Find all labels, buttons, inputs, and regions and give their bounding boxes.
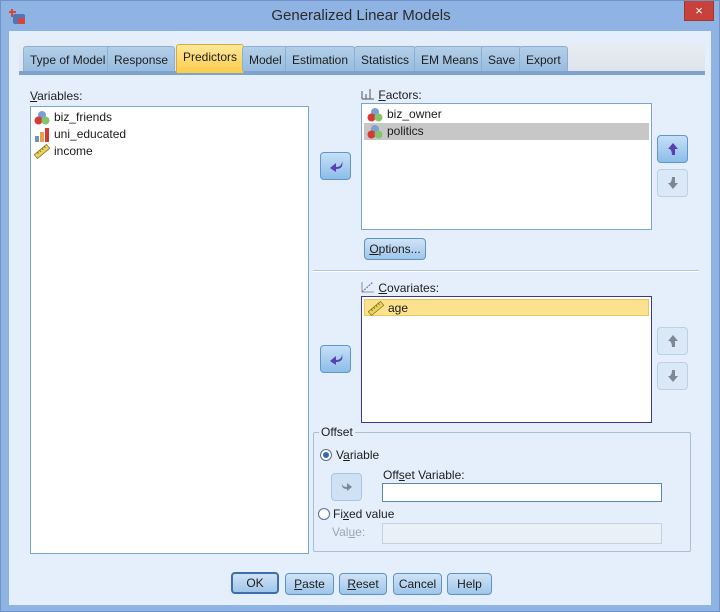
- covariates-label: Covariates:: [361, 281, 439, 295]
- offset-variable-label: Offset Variable:: [383, 468, 465, 482]
- covariate-move-up-button[interactable]: [657, 327, 688, 355]
- variable-name: income: [54, 144, 93, 158]
- nominal-icon: [367, 108, 383, 122]
- covariate-move-down-button[interactable]: [657, 362, 688, 390]
- tab-save[interactable]: Save: [481, 46, 523, 71]
- arrow-up-icon: [668, 335, 678, 347]
- factor-icon: [361, 89, 374, 100]
- tab-predictors[interactable]: Predictors: [176, 44, 245, 73]
- variable-name: biz_friends: [54, 110, 113, 124]
- section-divider: [313, 270, 699, 272]
- arrow-left-icon: [330, 354, 343, 365]
- factor-name: biz_owner: [387, 107, 442, 121]
- fixed-value-input[interactable]: [383, 524, 661, 543]
- factor-name: politics: [387, 124, 424, 138]
- list-item[interactable]: uni_educated: [31, 126, 308, 143]
- list-item-selected[interactable]: age: [364, 299, 649, 316]
- arrow-left-icon: [330, 161, 343, 172]
- list-item-selected[interactable]: politics: [364, 123, 649, 140]
- tab-response[interactable]: Response: [107, 46, 176, 71]
- fixed-value-radio-label: Fixed value: [333, 507, 395, 521]
- ok-button[interactable]: OK: [231, 572, 279, 594]
- nominal-icon: [34, 111, 50, 125]
- covariates-list[interactable]: age: [361, 296, 652, 423]
- fixed-value-field[interactable]: [382, 523, 662, 544]
- fixed-value-radio[interactable]: [318, 508, 330, 520]
- factors-list[interactable]: biz_owner politics: [361, 103, 652, 230]
- value-label: Value:: [332, 525, 366, 539]
- tab-export[interactable]: Export: [519, 46, 568, 71]
- offset-variable-radio[interactable]: [320, 449, 332, 461]
- tab-model[interactable]: Model: [242, 46, 289, 71]
- list-item[interactable]: biz_owner: [364, 106, 649, 123]
- window-title: Generalized Linear Models: [271, 7, 451, 24]
- reset-button[interactable]: Reset: [339, 573, 387, 595]
- nominal-icon: [367, 125, 383, 139]
- arrow-down-icon: [668, 370, 678, 382]
- title-bar: Generalized Linear Models ×: [1, 1, 720, 31]
- move-to-offset-button[interactable]: [331, 473, 362, 501]
- factors-label: Factors:: [361, 88, 422, 102]
- dialog-window: Generalized Linear Models × Type of Mode…: [0, 0, 720, 612]
- factor-move-down-button[interactable]: [657, 169, 688, 197]
- offset-variable-radio-label: Variable: [336, 448, 380, 462]
- offset-variable-input[interactable]: [383, 484, 661, 501]
- scale-icon: [368, 301, 384, 316]
- arrow-up-icon: [668, 143, 678, 155]
- factor-options-button[interactable]: Options...: [364, 238, 426, 260]
- tab-statistics[interactable]: Statistics: [354, 46, 417, 71]
- dialog-body: Type of Model Response Predictors Model …: [9, 31, 711, 605]
- tab-type-of-model[interactable]: Type of Model: [23, 46, 113, 71]
- arrow-down-icon: [668, 177, 678, 189]
- list-item[interactable]: biz_friends: [31, 109, 308, 126]
- variables-label: Variables:: [30, 89, 83, 103]
- variable-name: uni_educated: [54, 127, 127, 141]
- tab-estimation[interactable]: Estimation: [285, 46, 356, 71]
- move-to-factors-button[interactable]: [320, 152, 351, 180]
- covariate-icon: [361, 281, 374, 293]
- help-button[interactable]: Help: [447, 573, 492, 595]
- close-button[interactable]: ×: [684, 1, 714, 21]
- ordinal-icon: [35, 128, 49, 142]
- offset-variable-field[interactable]: [382, 483, 662, 502]
- scale-icon: [34, 144, 50, 159]
- arrow-right-icon: [341, 483, 352, 491]
- tab-em-means[interactable]: EM Means: [414, 46, 486, 71]
- covariate-name: age: [388, 301, 409, 315]
- cancel-button[interactable]: Cancel: [393, 573, 442, 595]
- offset-group-label: Offset: [319, 425, 355, 439]
- variables-list[interactable]: biz_friends uni_educated income: [30, 106, 309, 554]
- list-item[interactable]: income: [31, 143, 308, 160]
- move-to-covariates-button[interactable]: [320, 345, 351, 373]
- factor-move-up-button[interactable]: [657, 135, 688, 163]
- paste-button[interactable]: Paste: [285, 573, 334, 595]
